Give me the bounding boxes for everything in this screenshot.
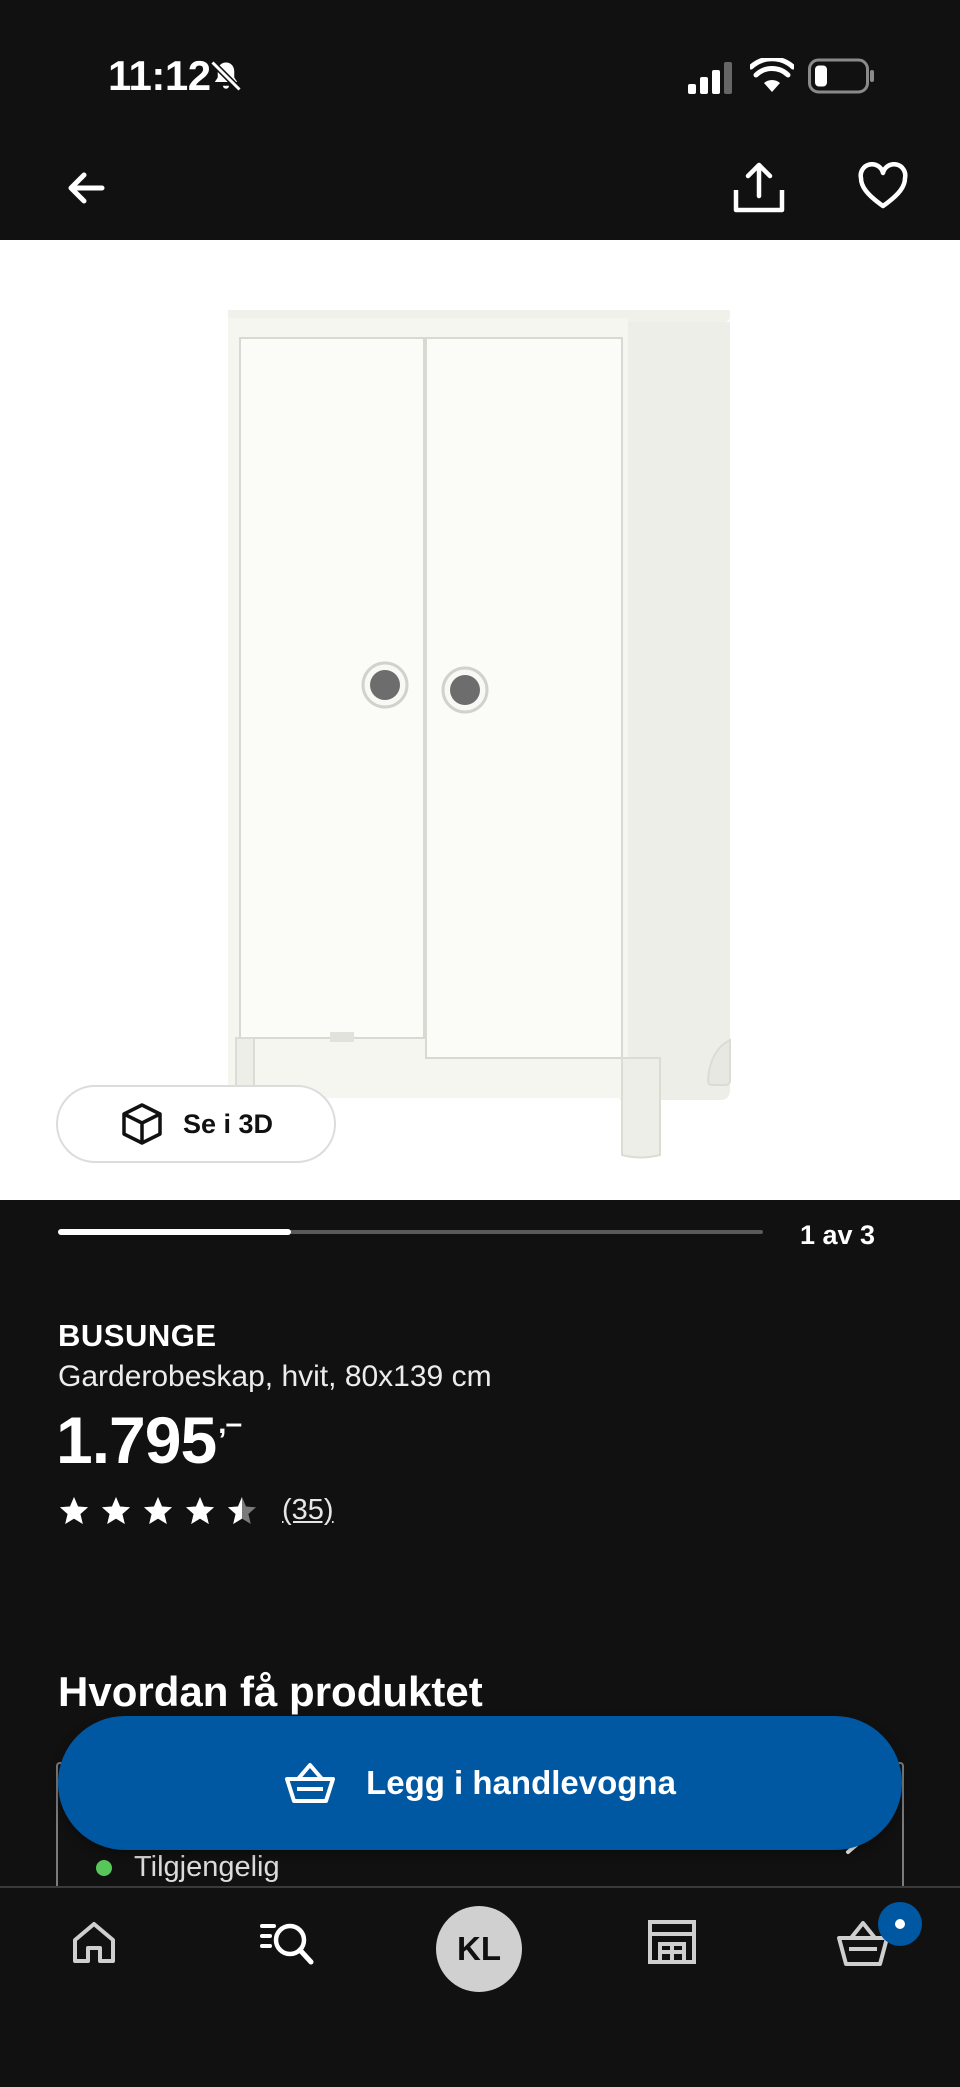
store-icon[interactable] bbox=[646, 1918, 698, 1966]
cart-badge-dot bbox=[895, 1919, 905, 1929]
product-rating[interactable]: (35) bbox=[58, 1494, 334, 1527]
price-suffix: ,– bbox=[218, 1407, 242, 1440]
gallery-counter: 1 av 3 bbox=[800, 1220, 876, 1250]
product-description: Garderobeskap, hvit, 80x139 cm bbox=[58, 1360, 492, 1393]
search-icon[interactable] bbox=[260, 1918, 314, 1966]
add-to-cart-label: Legg i handlevogna bbox=[366, 1764, 676, 1801]
review-count-link[interactable]: (35) bbox=[282, 1494, 334, 1527]
signal-icon bbox=[688, 62, 732, 94]
availability-text: Tilgjengelig bbox=[134, 1851, 280, 1883]
star-full-icon bbox=[102, 1496, 130, 1524]
status-time: 11:12 bbox=[108, 52, 211, 99]
star-full-icon bbox=[186, 1496, 214, 1524]
gallery-progress-fill bbox=[58, 1229, 291, 1235]
home-icon[interactable] bbox=[70, 1918, 118, 1966]
product-image bbox=[228, 310, 731, 1159]
section-title-how-to-get: Hvordan få produktet bbox=[58, 1668, 483, 1715]
view-3d-label: Se i 3D bbox=[182, 1108, 274, 1139]
star-half-icon bbox=[228, 1496, 256, 1524]
share-icon[interactable] bbox=[730, 160, 788, 216]
add-to-cart-button[interactable]: Legg i handlevogna bbox=[58, 1716, 902, 1850]
bell-slash-icon bbox=[210, 60, 242, 92]
wifi-icon bbox=[750, 58, 794, 92]
back-arrow-icon[interactable] bbox=[62, 164, 110, 212]
star-full-icon bbox=[60, 1496, 88, 1524]
basket-icon bbox=[285, 1763, 336, 1803]
view-3d-button[interactable]: Se i 3D bbox=[56, 1085, 336, 1163]
battery-icon bbox=[808, 58, 874, 94]
heart-icon[interactable] bbox=[858, 162, 908, 212]
star-full-icon bbox=[144, 1496, 172, 1524]
gallery-progress-bar bbox=[58, 1229, 763, 1235]
product-image-area[interactable]: Se i 3D bbox=[0, 240, 960, 1200]
product-name: BUSUNGE bbox=[58, 1318, 217, 1353]
cart-badge bbox=[878, 1902, 922, 1946]
availability-dot bbox=[96, 1860, 112, 1876]
price-value: 1.795 bbox=[56, 1403, 217, 1477]
cube-3d-icon bbox=[122, 1103, 162, 1145]
top-nav bbox=[0, 140, 960, 240]
product-price: 1.795,– bbox=[56, 1402, 242, 1478]
status-bar: 11:12 bbox=[0, 0, 960, 140]
profile-avatar[interactable]: KL bbox=[436, 1906, 522, 1992]
bottom-tab-bar: KL bbox=[0, 1886, 960, 2087]
